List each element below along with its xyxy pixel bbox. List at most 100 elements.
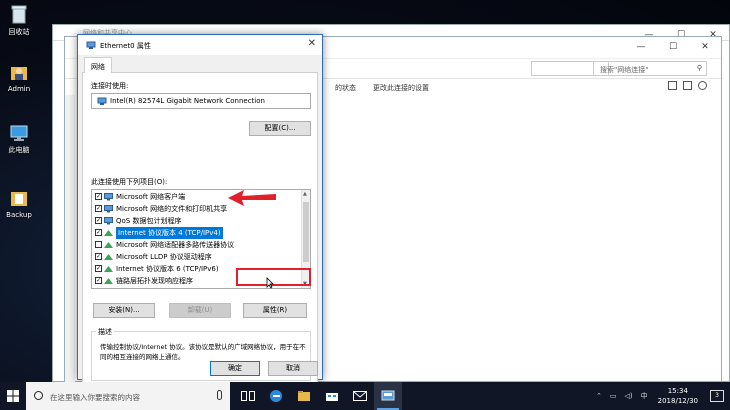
user-folder-icon (11, 67, 27, 80)
window-controls: — ☐ ✕ (625, 37, 721, 57)
file-explorer-button[interactable] (290, 382, 318, 410)
start-button[interactable] (2, 382, 24, 410)
desktop-icon-admin[interactable]: Admin (2, 62, 36, 93)
microphone-icon[interactable] (217, 390, 222, 400)
protocol-icon (104, 278, 113, 284)
maximize-button[interactable]: ☐ (657, 37, 689, 57)
install-button[interactable]: 安装(N)... (93, 303, 155, 318)
item-checkbox[interactable]: ✓ (95, 253, 102, 260)
file-printer-sharing-icon (104, 205, 113, 213)
protocol-icon (104, 266, 113, 272)
list-item[interactable]: ✓ Microsoft LLDP 协议驱动程序 (92, 251, 302, 263)
search-input[interactable]: 搜索"网络连接" ⚲ (593, 61, 707, 76)
item-checkbox[interactable]: ✓ (95, 205, 102, 212)
desktop-icon-label: Admin (7, 85, 31, 93)
recycle-bin-icon (11, 5, 27, 24)
minimize-button[interactable]: — (625, 37, 657, 57)
volume-icon[interactable]: ◁) (625, 392, 633, 400)
mail-icon (353, 391, 367, 401)
annotation-arrow-icon (228, 190, 276, 206)
scroll-up-icon[interactable]: ▲ (303, 191, 307, 197)
item-checkbox[interactable]: ✓ (95, 217, 102, 224)
notification-center-icon[interactable]: 3 (710, 390, 724, 402)
tab-networking[interactable]: 网络 (84, 57, 112, 74)
item-label: Microsoft LLDP 协议驱动程序 (116, 253, 212, 261)
list-item[interactable]: Microsoft 网络适配器多路传送器协议 (92, 239, 302, 251)
network-settings-app-button[interactable] (374, 382, 402, 410)
search-placeholder: 搜索"网络连接" (600, 66, 649, 74)
pinned-apps (234, 382, 402, 410)
task-view-button[interactable] (234, 382, 262, 410)
dialog-title-bar: Ethernet0 属性 ✕ (78, 35, 322, 55)
store-button[interactable] (318, 382, 346, 410)
network-adapter-icon (86, 41, 96, 49)
scroll-thumb[interactable] (303, 202, 309, 262)
desktop-icon-recycle-bin[interactable]: 回收站 (2, 4, 36, 37)
edge-browser-button[interactable] (262, 382, 290, 410)
cancel-button[interactable]: 取消 (268, 361, 318, 376)
network-card-icon (97, 97, 107, 105)
tray-chevron-icon[interactable]: ⌃ (596, 392, 602, 400)
item-checkbox[interactable]: ✓ (95, 229, 102, 236)
item-label: Microsoft 网络适配器多路传送器协议 (116, 241, 235, 249)
ok-button[interactable]: 确定 (210, 361, 260, 376)
item-label: Microsoft 网络的文件和打印机共享 (116, 205, 228, 213)
protocol-icon (104, 230, 113, 236)
item-checkbox[interactable]: ✓ (95, 193, 102, 200)
preview-pane-icon[interactable] (683, 81, 692, 90)
description-text: 传输控制协议/Internet 协议。该协议是默认的广域网络协议，用于在不同的相… (100, 343, 306, 361)
clock-date: 2018/12/30 (657, 397, 698, 405)
file-explorer-icon (298, 391, 310, 401)
clock[interactable]: 15:34 2018/12/30 (658, 386, 698, 406)
protocol-icon (104, 242, 113, 248)
task-view-icon (241, 391, 255, 401)
network-status-icon[interactable]: ▭ (610, 392, 617, 400)
list-item[interactable]: ✓ QoS 数据包计划程序 (92, 215, 302, 227)
ime-indicator[interactable]: 中 (641, 391, 648, 401)
close-button[interactable]: ✕ (689, 37, 721, 57)
mail-button[interactable] (346, 382, 374, 410)
desktop-icon-label: 回收站 (8, 28, 30, 36)
view-mode-icon[interactable] (668, 81, 677, 90)
qos-scheduler-icon (104, 217, 113, 225)
search-icon: ⚲ (696, 64, 702, 72)
taskbar-search-placeholder: 在这里输入你要搜索的内容 (50, 393, 140, 402)
items-label: 此连接使用下列项目(O): (91, 178, 168, 186)
desktop-icon-label: 此电脑 (8, 146, 30, 154)
navigation-pane (65, 95, 75, 383)
cortana-icon (34, 391, 43, 400)
list-item-ipv4[interactable]: ✓ Internet 协议版本 4 (TCP/IPv4) (92, 227, 302, 239)
view-status-command[interactable]: 的状态 (335, 83, 356, 93)
ethernet-properties-dialog[interactable]: Ethernet0 属性 ✕ 网络 连接时使用: Intel(R) 82574L… (77, 34, 323, 383)
help-icon[interactable] (698, 81, 707, 90)
connect-using-label: 连接时使用: (91, 82, 129, 90)
item-checkbox[interactable]: ✓ (95, 265, 102, 272)
desktop-icon-backup[interactable]: Backup (2, 188, 36, 219)
store-icon (326, 393, 338, 401)
computer-icon (10, 125, 28, 141)
system-tray: ⌃ ▭ ◁) 中 15:34 2018/12/30 3 (592, 382, 730, 410)
close-icon[interactable]: ✕ (308, 38, 316, 49)
desktop-icon-this-pc[interactable]: 此电脑 (2, 124, 36, 155)
dialog-title: Ethernet0 属性 (100, 42, 151, 50)
item-label: Internet 协议版本 4 (TCP/IPv4) (116, 227, 223, 239)
adapter-name: Intel(R) 82574L Gigabit Network Connecti… (110, 97, 265, 105)
properties-button[interactable]: 属性(R) (243, 303, 307, 318)
item-label: Microsoft 网络客户端 (116, 193, 186, 201)
item-checkbox[interactable]: ✓ (95, 277, 102, 284)
view-options (668, 81, 707, 90)
configure-button[interactable]: 配置(C)... (249, 121, 311, 136)
item-checkbox[interactable] (95, 241, 102, 248)
tab-strip: 网络 (82, 57, 318, 74)
desktop-icon-label: Backup (6, 211, 32, 219)
mouse-cursor-icon (266, 277, 274, 289)
adapter-name-box: Intel(R) 82574L Gigabit Network Connecti… (91, 93, 311, 109)
change-settings-command[interactable]: 更改此连接的设置 (373, 83, 429, 93)
taskbar-search-input[interactable]: 在这里输入你要搜索的内容 (26, 382, 230, 410)
network-window-icon (381, 390, 395, 401)
edge-icon (270, 390, 282, 402)
clock-time: 15:34 (667, 387, 688, 395)
item-label: 链路层拓扑发现响应程序 (116, 277, 193, 285)
windows-logo-icon (7, 390, 19, 402)
protocol-icon (104, 254, 113, 260)
